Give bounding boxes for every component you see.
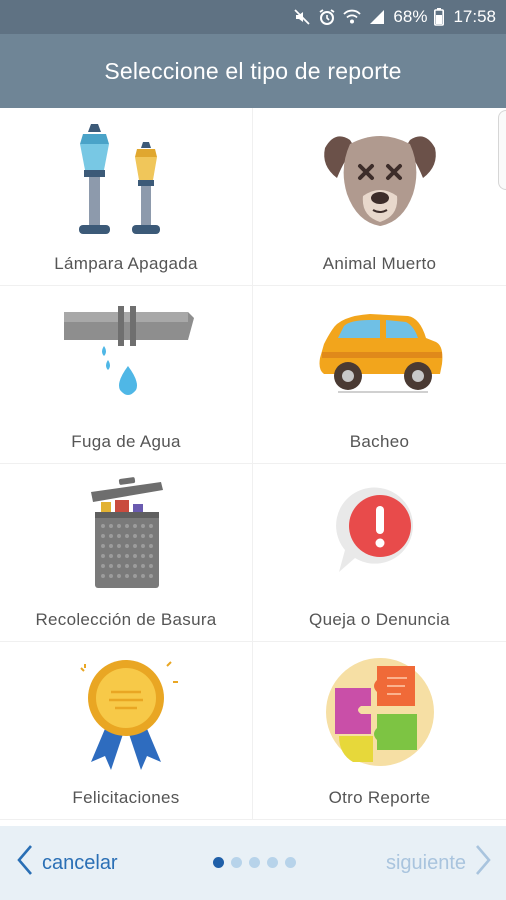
dead-dog-icon xyxy=(300,116,460,244)
report-option-label: Queja o Denuncia xyxy=(309,610,450,629)
report-option-label: Otro Reporte xyxy=(328,788,431,807)
report-option-label: Fuga de Agua xyxy=(71,432,181,451)
cancel-button[interactable]: cancelar xyxy=(16,826,118,900)
award-ribbon-icon xyxy=(46,650,206,778)
edge-panel-handle[interactable] xyxy=(498,110,506,190)
leaking-pipe-icon xyxy=(46,294,206,422)
mute-icon xyxy=(293,8,311,26)
report-option-label: Lámpara Apagada xyxy=(54,254,198,273)
chevron-left-icon xyxy=(16,844,34,882)
wizard-navigation: cancelar siguiente xyxy=(0,826,506,900)
cancel-label: cancelar xyxy=(42,851,118,874)
car-pothole-icon xyxy=(300,294,460,422)
report-option-felicitaciones[interactable]: Felicitaciones xyxy=(0,642,253,820)
page-title: Seleccione el tipo de reporte xyxy=(104,57,402,84)
report-option-otro-reporte[interactable]: Otro Reporte xyxy=(253,642,506,820)
page-dot-active xyxy=(213,857,224,868)
report-type-grid: Lámpara Apagada Animal Muerto Fuga de Ag… xyxy=(0,108,506,826)
wifi-icon xyxy=(343,9,362,25)
trash-can-icon xyxy=(46,472,206,600)
report-option-lampara-apagada[interactable]: Lámpara Apagada xyxy=(0,108,253,286)
report-option-animal-muerto[interactable]: Animal Muerto xyxy=(253,108,506,286)
report-option-queja-o-denuncia[interactable]: Queja o Denuncia xyxy=(253,464,506,642)
chevron-right-icon xyxy=(474,844,492,882)
report-option-label: Felicitaciones xyxy=(72,788,180,807)
signal-icon xyxy=(368,9,386,25)
alert-bubble-icon xyxy=(300,472,460,600)
report-option-label: Bacheo xyxy=(349,432,410,451)
battery-percent: 68% xyxy=(393,7,428,26)
puzzle-pieces-icon xyxy=(300,650,460,778)
clock: 17:58 xyxy=(453,7,496,26)
report-option-label: Recolección de Basura xyxy=(35,610,217,629)
report-option-fuga-de-agua[interactable]: Fuga de Agua xyxy=(0,286,253,464)
page-dot xyxy=(267,857,278,868)
next-label: siguiente xyxy=(385,851,466,874)
page-dot xyxy=(249,857,260,868)
report-option-bacheo[interactable]: Bacheo xyxy=(253,286,506,464)
report-option-label: Animal Muerto xyxy=(322,254,437,273)
alarm-icon xyxy=(318,8,336,26)
page-indicator xyxy=(213,857,296,868)
street-lamp-icon xyxy=(46,116,206,244)
next-button[interactable]: siguiente xyxy=(386,826,492,900)
page-dot xyxy=(231,857,242,868)
battery-icon xyxy=(434,8,445,26)
status-bar: 68% 17:58 xyxy=(0,0,506,34)
app-bar: Seleccione el tipo de reporte xyxy=(0,34,506,108)
report-option-recoleccion-de-basura[interactable]: Recolección de Basura xyxy=(0,464,253,642)
page-dot xyxy=(285,857,296,868)
